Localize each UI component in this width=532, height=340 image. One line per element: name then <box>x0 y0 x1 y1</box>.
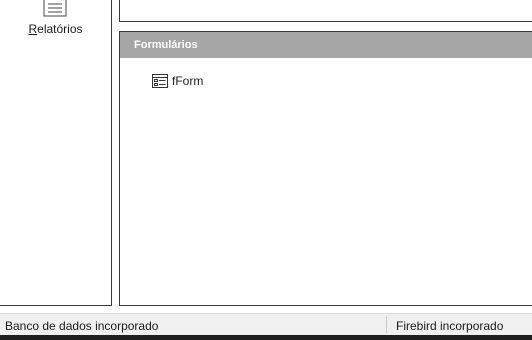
nav-item-reports-label: Relatórios <box>28 22 83 36</box>
window-bottom-edge <box>0 335 532 340</box>
status-engine: Firebird incorporado <box>396 319 504 333</box>
form-item-name: fForm <box>172 74 204 88</box>
forms-pane: Formulários fForm <box>119 31 532 306</box>
database-objects-panel: Relatórios <box>0 0 112 306</box>
forms-title: Formulários <box>134 39 198 51</box>
report-icon <box>42 0 68 18</box>
database-window: Relatórios Formulários fForm Banco de da… <box>0 0 532 340</box>
tasks-pane <box>119 0 532 22</box>
nav-item-reports[interactable]: Relatórios <box>0 0 111 42</box>
form-icon <box>152 74 168 88</box>
form-item-fform[interactable]: fForm <box>152 73 203 89</box>
forms-header: Formulários <box>120 32 532 58</box>
status-bar: Banco de dados incorporado Firebird inco… <box>0 313 532 335</box>
status-divider <box>386 316 387 333</box>
status-database-type: Banco de dados incorporado <box>5 319 159 333</box>
